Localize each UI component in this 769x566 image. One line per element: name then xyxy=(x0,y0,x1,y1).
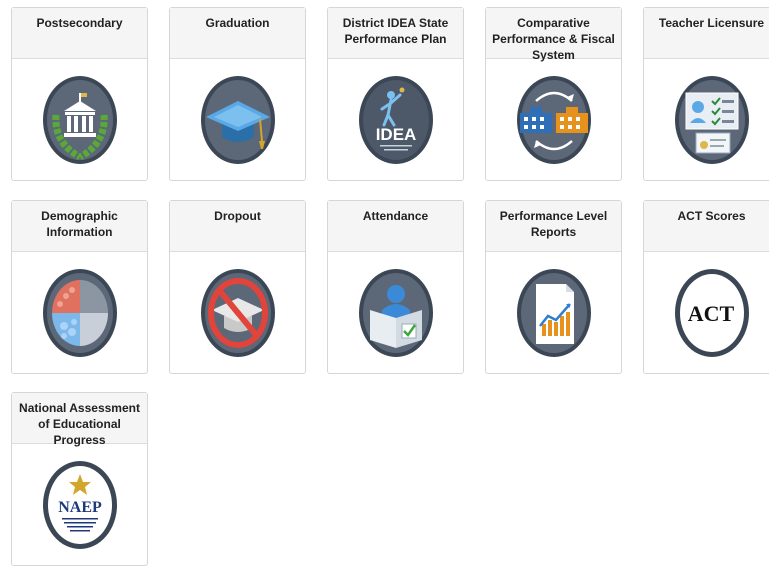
tile-title: Demographic Information xyxy=(12,201,147,252)
tile-act-scores[interactable]: ACT Scores ACT xyxy=(643,200,769,374)
tile-title: Dropout xyxy=(170,201,305,252)
tile-graduation[interactable]: Graduation xyxy=(169,7,306,181)
tile-dropout[interactable]: Dropout xyxy=(169,200,306,374)
attendance-book-icon xyxy=(358,268,434,358)
tile-performance-level-reports[interactable]: Performance Level Reports xyxy=(485,200,622,374)
tile-title: Performance Level Reports xyxy=(486,201,621,252)
idea-logo-icon: IDEA xyxy=(358,75,434,165)
tile-demographic-information[interactable]: Demographic Information xyxy=(11,200,148,374)
tile-title: District IDEA State Performance Plan xyxy=(328,8,463,59)
act-logo-icon: ACT xyxy=(674,268,750,358)
tile-comparative-performance[interactable]: Comparative Performance & Fiscal System xyxy=(485,7,622,181)
tile-title: Comparative Performance & Fiscal System xyxy=(486,8,621,62)
tile-title: National Assessment of Educational Progr… xyxy=(12,393,147,447)
naep-logo-icon: NAEP xyxy=(42,460,118,550)
tile-title: Teacher Licensure xyxy=(644,8,769,59)
tile-teacher-licensure[interactable]: Teacher Licensure xyxy=(643,7,769,181)
license-checklist-icon xyxy=(674,75,750,165)
university-laurel-icon xyxy=(42,75,118,165)
tile-idea[interactable]: District IDEA State Performance Plan IDE… xyxy=(327,7,464,181)
tile-postsecondary[interactable]: Postsecondary xyxy=(11,7,148,181)
no-graduation-icon xyxy=(200,268,276,358)
tile-title: Attendance xyxy=(328,201,463,252)
demographic-pie-icon xyxy=(42,268,118,358)
tile-title: Graduation xyxy=(170,8,305,59)
svg-text:NAEP: NAEP xyxy=(58,499,102,516)
svg-text:IDEA: IDEA xyxy=(375,125,416,144)
tile-title: ACT Scores xyxy=(644,201,769,252)
tile-naep[interactable]: National Assessment of Educational Progr… xyxy=(11,392,148,566)
tile-attendance[interactable]: Attendance xyxy=(327,200,464,374)
compare-buildings-icon xyxy=(516,75,592,165)
svg-text:ACT: ACT xyxy=(687,301,734,326)
graduation-cap-icon xyxy=(200,75,276,165)
report-chart-icon xyxy=(516,268,592,358)
tile-title: Postsecondary xyxy=(12,8,147,59)
